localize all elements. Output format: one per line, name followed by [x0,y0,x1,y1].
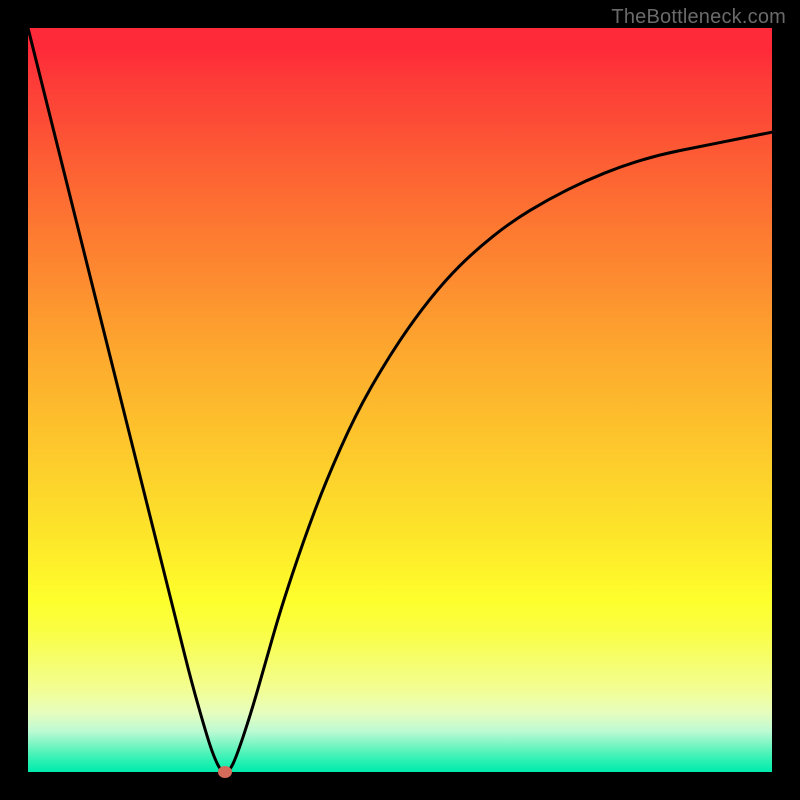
bottleneck-curve [28,28,772,772]
curve-svg [28,28,772,772]
chart-frame: TheBottleneck.com [0,0,800,800]
optimal-point-marker [218,766,232,778]
plot-area [28,28,772,772]
watermark-text: TheBottleneck.com [611,6,786,29]
